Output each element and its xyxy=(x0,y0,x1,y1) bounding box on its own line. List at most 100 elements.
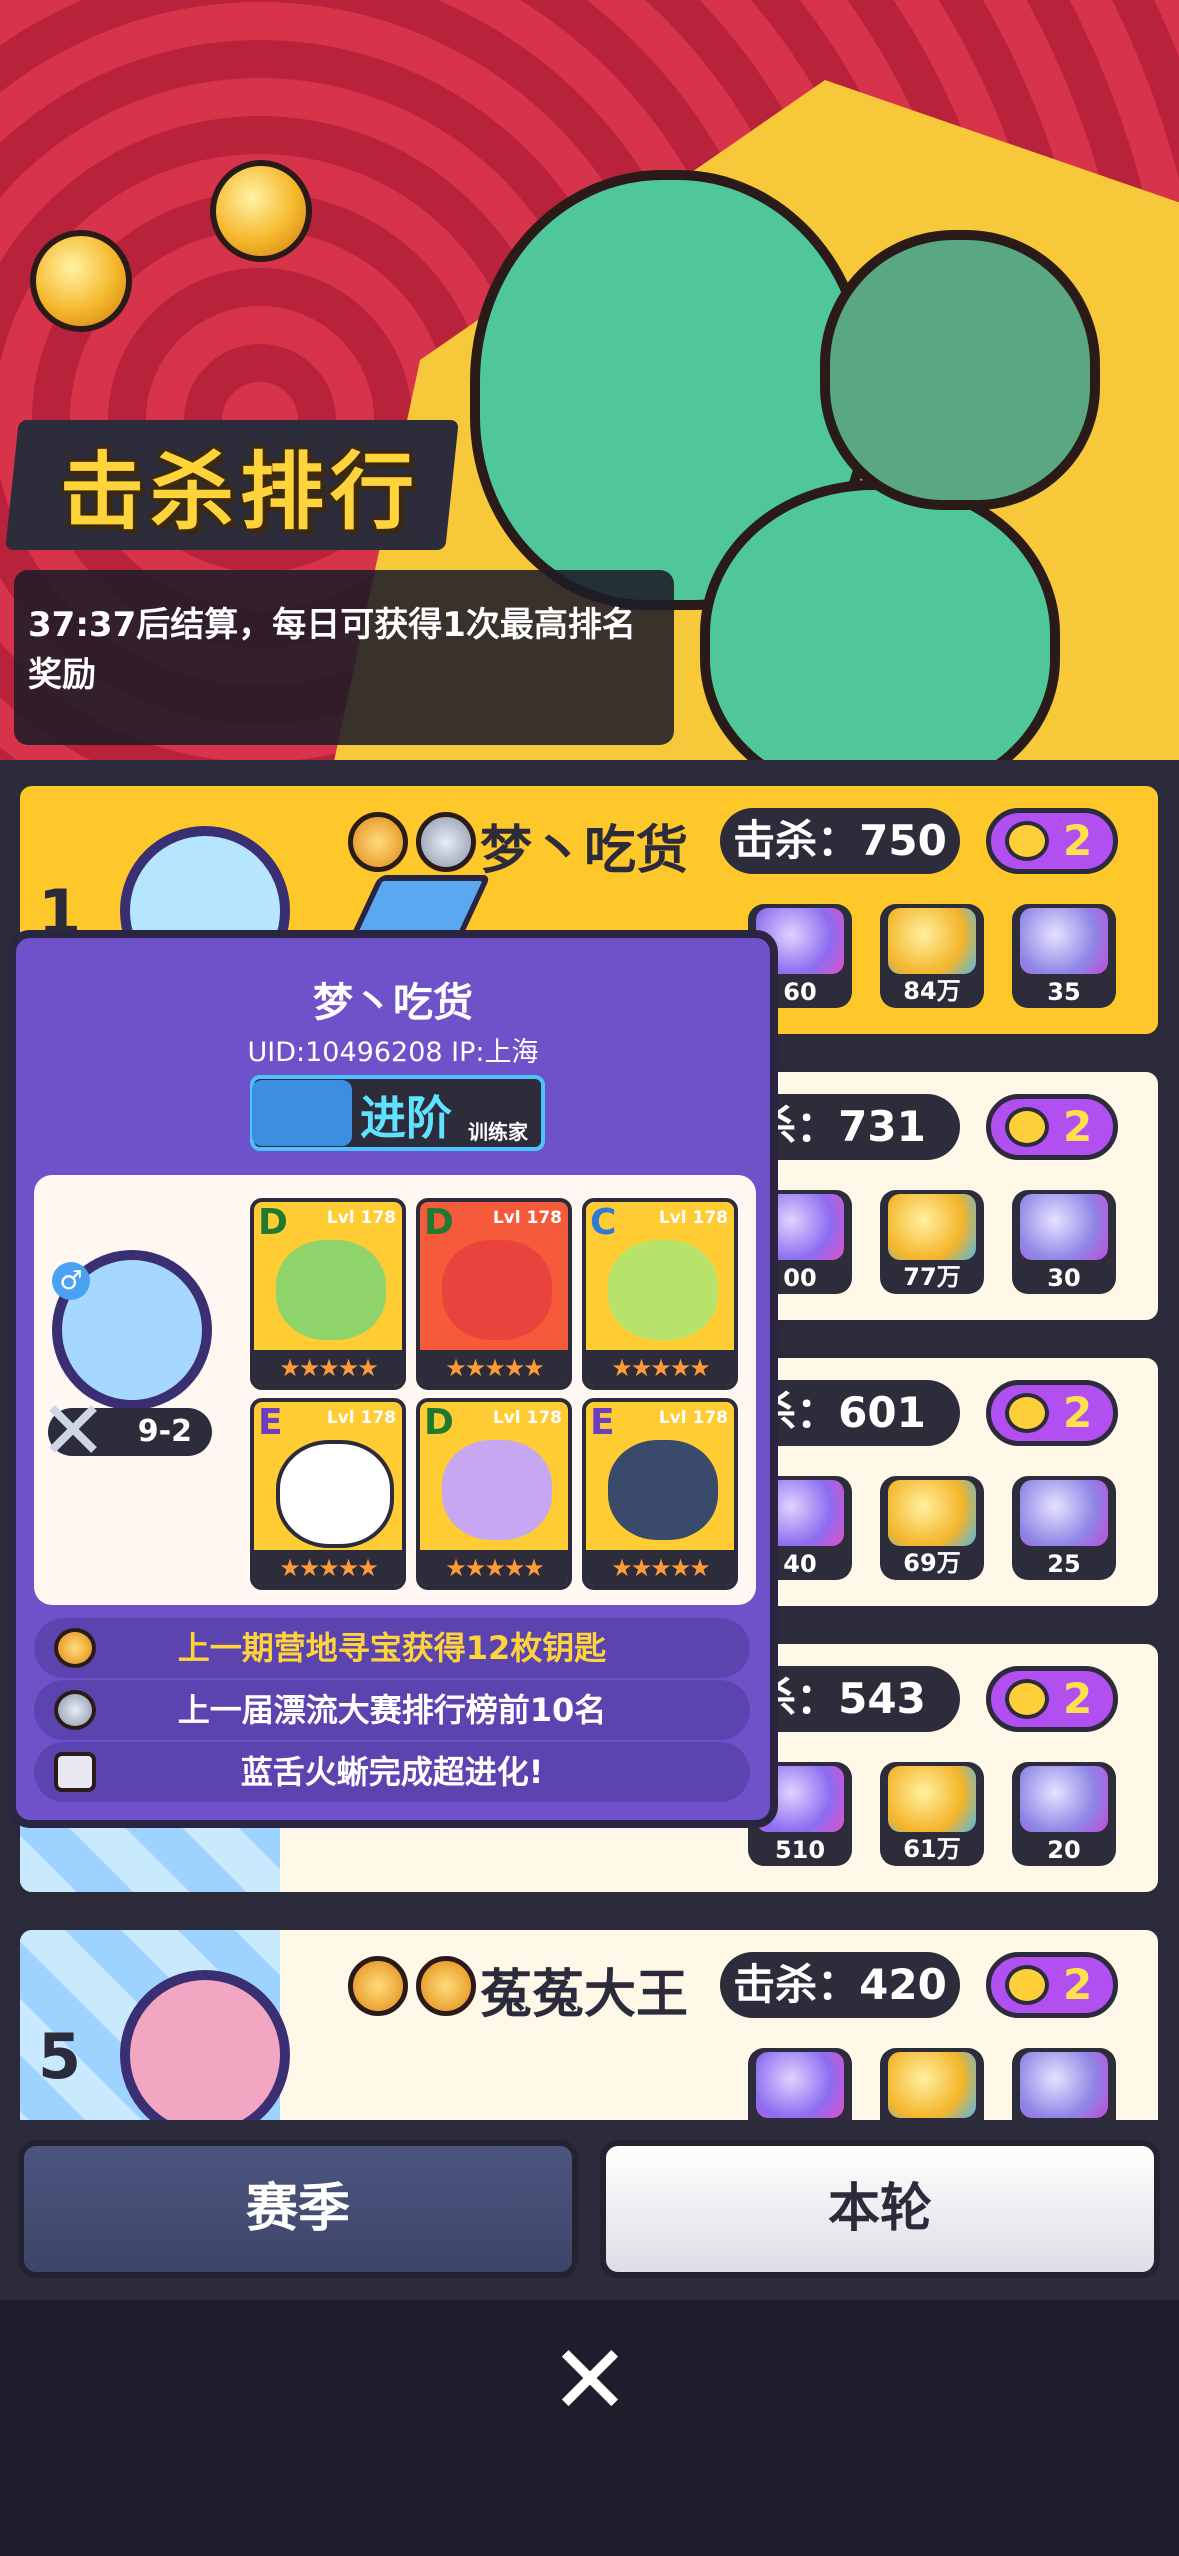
zombie-illustration-3 xyxy=(820,230,1100,510)
reward-count: 61万 xyxy=(903,1835,961,1863)
key-count-value: 2 xyxy=(1063,816,1093,865)
pet-grade: E xyxy=(258,1402,283,1443)
pet-stars: ★★★★★ xyxy=(254,1550,402,1586)
key-count: 2 xyxy=(986,1952,1118,2018)
reward-count: 77万 xyxy=(903,1263,961,1291)
reward-coins[interactable]: 84万 xyxy=(880,904,984,1008)
reward-count: 25 xyxy=(1047,1550,1081,1578)
candy-icon xyxy=(210,160,312,262)
reward-count: 30 xyxy=(1047,1264,1081,1292)
reward-coins[interactable]: 69万 xyxy=(880,1476,984,1580)
egg-icon xyxy=(1020,1480,1108,1546)
coin-icon xyxy=(888,2052,976,2118)
orb-icon xyxy=(756,2052,844,2118)
reward-count: 20 xyxy=(1047,1836,1081,1864)
crown-medal-icon xyxy=(348,1956,408,2016)
key-count: 2 xyxy=(986,1380,1118,1446)
reward-count: 84万 xyxy=(903,977,961,1005)
raft-medal-icon xyxy=(416,812,476,872)
evolve-sublabel: 训练家 xyxy=(468,1120,528,1144)
crown-medal-icon xyxy=(348,812,408,872)
page-title: 击杀排行 xyxy=(60,443,421,541)
key-icon xyxy=(1005,821,1049,861)
reward-orb[interactable] xyxy=(748,2048,852,2120)
achievement-text: 上一届漂流大赛排行榜前10名 xyxy=(177,1691,607,1729)
raft-medal-icon xyxy=(416,1956,476,2016)
pet-level: Lvl 178 xyxy=(492,1208,562,1228)
pet-creature xyxy=(276,1440,394,1548)
pet-level: Lvl 178 xyxy=(658,1208,728,1228)
pet-creature xyxy=(608,1240,718,1340)
egg-icon xyxy=(1020,1766,1108,1832)
key-count-value: 2 xyxy=(1063,1960,1093,2009)
popup-uid-ip: UID:10496208 IP:上海 xyxy=(247,1037,539,1068)
coin-icon xyxy=(888,1194,976,1260)
player-name: 菟菟大王 xyxy=(480,1965,689,2025)
pet-stars: ★★★★★ xyxy=(420,1550,568,1586)
pet-creature xyxy=(608,1440,718,1540)
pet-creature xyxy=(442,1240,552,1340)
key-count-value: 2 xyxy=(1063,1388,1093,1437)
crossed-swords-icon xyxy=(49,1405,97,1453)
reward-coins[interactable]: 61万 xyxy=(880,1762,984,1866)
coin-icon xyxy=(888,1480,976,1546)
pet-level: Lvl 178 xyxy=(658,1408,728,1428)
pet-grade: D xyxy=(258,1202,288,1243)
player-name: 梦丶吃货 xyxy=(480,821,689,881)
pet-level: Lvl 178 xyxy=(326,1208,396,1228)
reward-egg[interactable]: 30 xyxy=(1012,1190,1116,1294)
pet-stars: ★★★★★ xyxy=(586,1550,734,1586)
trainer-icon xyxy=(252,1080,352,1146)
leaderboard-row[interactable]: 5 菟菟大王 击杀：420 2 xyxy=(14,1924,1164,2120)
key-count-value: 2 xyxy=(1063,1674,1093,1723)
pet-card[interactable]: D Lvl 178 ★★★★★ xyxy=(416,1198,572,1390)
reward-egg[interactable]: 20 xyxy=(1012,1762,1116,1866)
key-count-value: 2 xyxy=(1063,1102,1093,1151)
pet-card[interactable]: D Lvl 178 ★★★★★ xyxy=(416,1398,572,1590)
key-icon xyxy=(1005,1679,1049,1719)
pet-stars: ★★★★★ xyxy=(586,1350,734,1386)
key-icon xyxy=(1005,1107,1049,1147)
pet-card[interactable]: C Lvl 178 ★★★★★ xyxy=(582,1198,738,1390)
achievement-item: 上一届漂流大赛排行榜前10名 xyxy=(34,1680,750,1740)
reward-egg[interactable]: 35 xyxy=(1012,904,1116,1008)
evolve-label: 进阶 xyxy=(360,1091,452,1145)
settlement-timer: 37:37后结算，每日可获得1次最高排名奖励 xyxy=(28,605,636,695)
reward-egg[interactable] xyxy=(1012,2048,1116,2120)
pet-card[interactable]: D Lvl 178 ★★★★★ xyxy=(250,1198,406,1390)
zombie-illustration-2 xyxy=(700,480,1060,760)
egg-icon xyxy=(1020,2052,1108,2118)
kill-count: 击杀：420 xyxy=(720,1952,960,2018)
pet-level: Lvl 178 xyxy=(492,1408,562,1428)
key-count: 2 xyxy=(986,1094,1118,1160)
key-count: 2 xyxy=(986,808,1118,874)
kill-count: 击杀：750 xyxy=(720,808,960,874)
pet-level: Lvl 178 xyxy=(326,1408,396,1428)
candy-icon xyxy=(30,230,132,332)
reward-count: 510 xyxy=(774,1836,826,1864)
rank-number: 5 xyxy=(38,2020,82,2093)
popup-player-name: 梦丶吃货 xyxy=(313,980,473,1026)
pet-card[interactable]: E Lvl 178 ★★★★★ xyxy=(582,1398,738,1590)
coin-icon xyxy=(888,1766,976,1832)
male-gender-icon: ♂ xyxy=(52,1262,90,1300)
tab-round[interactable]: 本轮 xyxy=(600,2140,1160,2278)
egg-icon xyxy=(1020,1194,1108,1260)
pet-card[interactable]: E Lvl 178 ★★★★★ xyxy=(250,1398,406,1590)
pet-grade: C xyxy=(590,1202,617,1243)
pet-creature xyxy=(276,1240,386,1340)
pet-stars: ★★★★★ xyxy=(254,1350,402,1386)
key-count: 2 xyxy=(986,1666,1118,1732)
achievement-text: 上一期营地寻宝获得12枚钥匙 xyxy=(177,1629,607,1667)
pet-stars: ★★★★★ xyxy=(420,1350,568,1386)
achievement-text: 蓝舌火蜥完成超进化! xyxy=(240,1753,544,1791)
tab-season[interactable]: 赛季 xyxy=(18,2140,578,2278)
reward-egg[interactable]: 25 xyxy=(1012,1476,1116,1580)
achievement-item: 上一期营地寻宝获得12枚钥匙 xyxy=(34,1618,750,1678)
reward-count: 35 xyxy=(1047,978,1081,1006)
reward-coins[interactable] xyxy=(880,2048,984,2120)
reward-coins[interactable]: 77万 xyxy=(880,1190,984,1294)
close-icon[interactable]: ✕ xyxy=(540,2330,640,2430)
egg-icon xyxy=(1020,908,1108,974)
key-icon xyxy=(1005,1393,1049,1433)
